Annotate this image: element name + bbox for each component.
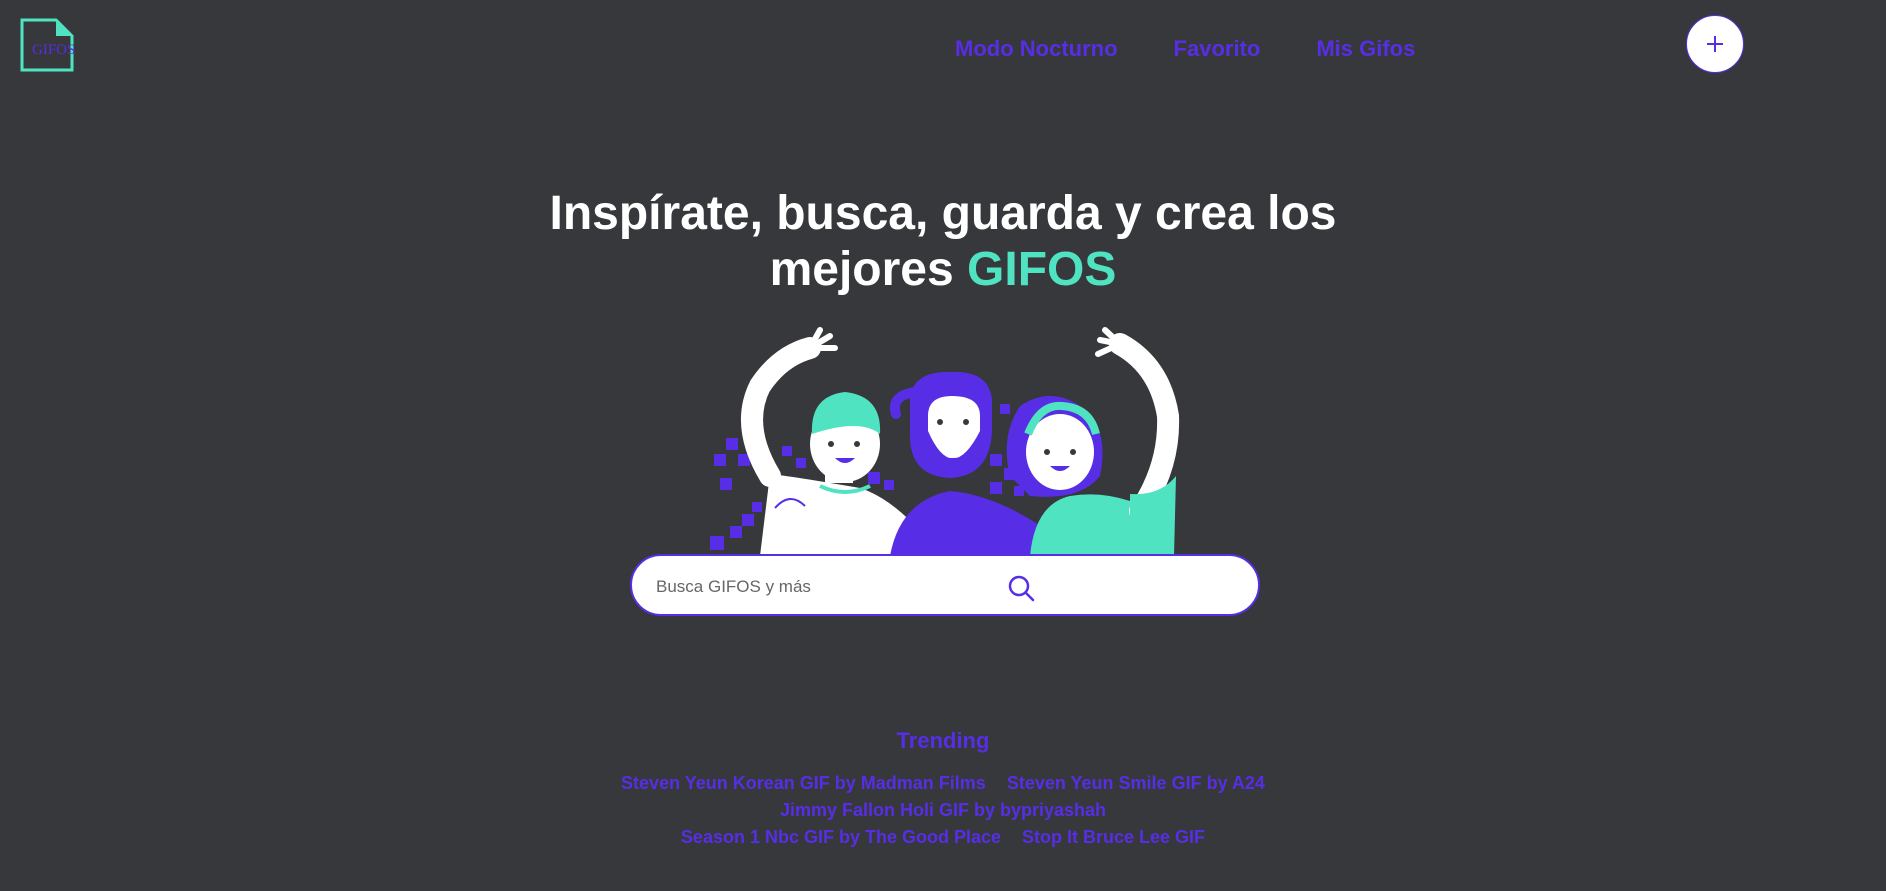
trending-item[interactable]: Steven Yeun Smile GIF by A24 [1007, 773, 1265, 793]
nav-modo-nocturno[interactable]: Modo Nocturno [955, 36, 1118, 62]
search-icon[interactable] [1006, 573, 1036, 603]
plus-icon [1707, 36, 1723, 52]
people-waving-illustration [710, 327, 1180, 556]
nav-favorito[interactable]: Favorito [1174, 36, 1261, 62]
trending-title: Trending [896, 728, 990, 753]
trending-item[interactable]: Steven Yeun Korean GIF by Madman Films [621, 773, 986, 793]
logo-text: GIFOS [32, 42, 76, 58]
trending-list: Steven Yeun Korean GIF by Madman Films S… [0, 770, 1886, 851]
page-title: Inspírate, busca, guarda y crea los mejo… [0, 186, 1886, 298]
title-prefix: mejores [769, 243, 954, 296]
search-input[interactable] [654, 572, 998, 602]
nav-mis-gifos[interactable]: Mis Gifos [1316, 36, 1415, 62]
title-line-1: Inspírate, busca, guarda y crea los [549, 187, 1337, 240]
create-gif-button[interactable] [1686, 15, 1744, 73]
title-line-2: mejores GIFOS [0, 242, 1886, 298]
trending-item[interactable]: Season 1 Nbc GIF by The Good Place [681, 827, 1001, 847]
logo[interactable]: GIFOS [20, 18, 76, 72]
trending-item[interactable]: Jimmy Fallon Holi GIF by bypriyashah [780, 800, 1106, 820]
main-nav: Modo Nocturno Favorito Mis Gifos [955, 36, 1415, 62]
trending-item[interactable]: Stop It Bruce Lee GIF [1022, 827, 1205, 847]
search-bar [630, 554, 1260, 616]
title-accent: GIFOS [967, 243, 1117, 296]
